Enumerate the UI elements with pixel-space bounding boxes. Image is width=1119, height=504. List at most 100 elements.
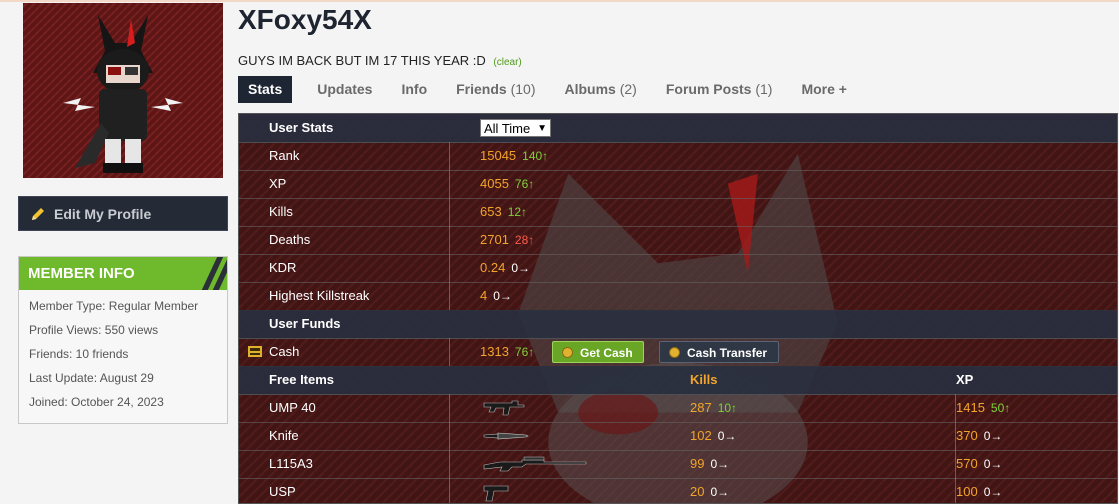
stat-delta: 28↑	[514, 233, 535, 247]
item-name: Knife	[269, 428, 299, 443]
kills-delta: 0→	[710, 457, 730, 471]
smg-icon	[483, 400, 525, 416]
sniper-rifle-icon	[483, 456, 587, 472]
friends-count: Friends: 10 friends	[29, 347, 129, 361]
tab-count: (1)	[755, 81, 773, 97]
item-kills: 287 10↑	[690, 394, 737, 422]
stat-number: 15045	[480, 148, 517, 163]
cash-number: 1313	[480, 344, 509, 359]
cash-transfer-label: Cash Transfer	[687, 346, 768, 360]
clear-status-link[interactable]: (clear)	[493, 57, 521, 68]
stat-row-xp: XP 4055 76↑	[239, 170, 1117, 199]
profile-avatar[interactable]	[23, 3, 223, 178]
tab-more[interactable]: More +	[791, 76, 857, 103]
stat-number: 4	[480, 288, 488, 303]
stat-label: Kills	[269, 204, 293, 219]
member-type: Member Type: Regular Member	[29, 299, 199, 313]
stat-label: KDR	[269, 260, 297, 275]
item-xp: 100 0→	[956, 478, 1003, 503]
stat-row-killstreak: Highest Killstreak 4 0→	[239, 282, 1117, 311]
cash-transfer-button[interactable]: Cash Transfer	[659, 341, 779, 363]
top-border	[0, 0, 1119, 2]
stat-value: 653 12↑	[480, 198, 527, 226]
column-divider	[449, 394, 450, 422]
stat-label: Rank	[269, 148, 300, 163]
column-divider	[449, 198, 450, 226]
edit-profile-button[interactable]: Edit My Profile	[18, 196, 228, 231]
user-stats-header: User Stats All Time ▼	[239, 114, 1117, 143]
column-divider	[449, 142, 450, 170]
item-xp: 370 0→	[956, 422, 1002, 450]
tab-label: Forum Posts	[665, 81, 752, 97]
column-divider	[449, 282, 450, 310]
item-row-ump40: UMP 40 287 10↑ 1415 50↑	[239, 394, 1117, 423]
last-update: Last Update: August 29	[29, 371, 154, 385]
xp-number: 100	[956, 484, 978, 499]
stat-number: 0.24	[480, 260, 506, 275]
status-message: GUYS IM BACK BUT IM 17 THIS YEAR :D (cle…	[238, 53, 522, 68]
item-kills: 99 0→	[690, 450, 729, 478]
period-value: All Time	[484, 121, 531, 136]
xp-delta: 50↑	[990, 401, 1011, 415]
kills-column-header: Kills	[690, 372, 718, 387]
item-row-knife: Knife 102 0→ 370 0→	[239, 422, 1117, 451]
status-text: GUYS IM BACK BUT IM 17 THIS YEAR :D	[238, 53, 486, 68]
kills-delta: 0→	[710, 485, 730, 499]
tab-albums[interactable]: Albums (2)	[555, 76, 647, 103]
kills-delta: 10↑	[717, 401, 738, 415]
get-cash-button[interactable]: Get Cash	[552, 341, 644, 363]
stat-value: 0.24 0→	[480, 254, 530, 282]
user-funds-header: User Funds	[239, 310, 1117, 339]
stat-label: XP	[269, 176, 287, 191]
tab-stats[interactable]: Stats	[238, 76, 293, 103]
tab-label: Info	[401, 81, 428, 97]
column-divider	[449, 478, 450, 503]
joined-date: Joined: October 24, 2023	[29, 395, 164, 409]
stat-delta: 0→	[493, 289, 512, 303]
stat-value: 2701 28↑	[480, 226, 534, 254]
item-name: L115A3	[269, 456, 313, 471]
stat-value: 4055 76↑	[480, 170, 534, 198]
page-title: XFoxy54X	[238, 4, 372, 35]
tab-label: More +	[801, 81, 847, 97]
stat-number: 653	[480, 204, 502, 219]
xp-delta: 0→	[983, 457, 1003, 471]
tab-label: Friends	[456, 81, 507, 97]
free-items-header: Free Items Kills XP	[239, 366, 1117, 395]
kills-number: 102	[690, 428, 712, 443]
avatar-image	[23, 3, 223, 178]
pencil-icon	[32, 207, 44, 220]
free-items-title: Free Items	[269, 372, 335, 387]
user-stats-title: User Stats	[269, 120, 334, 135]
xp-delta: 0→	[983, 485, 1003, 499]
member-info-panel: MEMBER INFO Member Type: Regular Member …	[18, 256, 228, 424]
chevron-down-icon: ▼	[537, 123, 547, 134]
column-divider	[449, 170, 450, 198]
tab-label: Updates	[317, 81, 373, 97]
stat-delta: 76↑	[514, 177, 535, 191]
user-funds-title: User Funds	[269, 316, 341, 331]
item-kills: 102 0→	[690, 422, 736, 450]
tab-friends[interactable]: Friends (10)	[446, 76, 545, 103]
stat-value: 4 0→	[480, 282, 512, 310]
item-xp: 570 0→	[956, 450, 1002, 478]
stat-delta: 140↑	[522, 149, 549, 163]
cash-value: 1313 76↑	[480, 338, 534, 366]
stat-delta: 0→	[511, 261, 530, 275]
stat-row-rank: Rank 15045 140↑	[239, 142, 1117, 171]
tab-info[interactable]: Info	[391, 76, 437, 103]
kills-number: 99	[690, 456, 705, 471]
column-divider	[449, 338, 450, 366]
xp-number: 1415	[956, 400, 985, 415]
knife-icon	[483, 432, 529, 440]
coin-icon	[562, 347, 573, 358]
column-divider	[449, 254, 450, 282]
kills-delta: 0→	[717, 429, 737, 443]
tab-forum-posts[interactable]: Forum Posts (1)	[656, 76, 783, 103]
tab-updates[interactable]: Updates	[307, 76, 382, 103]
xp-number: 370	[956, 428, 978, 443]
edit-profile-label: Edit My Profile	[54, 205, 152, 222]
period-select[interactable]: All Time ▼	[480, 119, 551, 137]
member-info-header: MEMBER INFO	[19, 257, 227, 290]
stat-row-deaths: Deaths 2701 28↑	[239, 226, 1117, 255]
